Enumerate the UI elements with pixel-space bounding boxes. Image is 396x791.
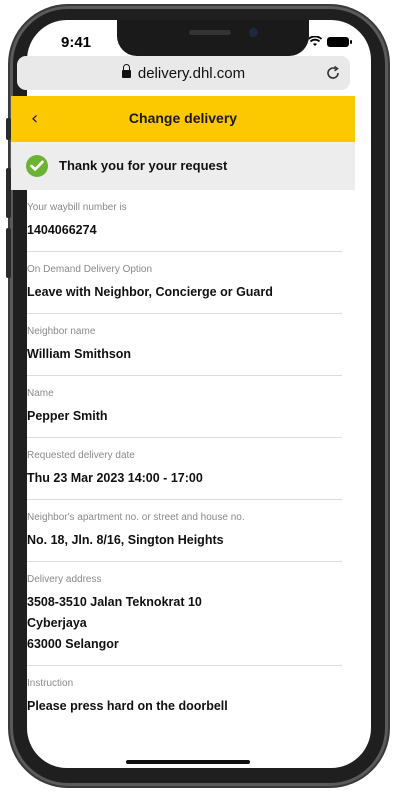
lock-icon xyxy=(121,64,131,78)
field-label: Your waybill number is xyxy=(27,202,127,213)
delivery-option-field: On Demand Delivery Option Leave with Nei… xyxy=(27,252,342,314)
front-camera xyxy=(249,28,258,37)
field-value-line: Cyberjaya xyxy=(27,616,87,630)
delivery-date-field: Requested delivery date Thu 23 Mar 2023 … xyxy=(27,438,342,500)
field-value: Leave with Neighbor, Concierge or Guard xyxy=(27,285,273,299)
volume-down-button xyxy=(6,228,11,278)
field-value: No. 18, Jln. 8/16, Sington Heights xyxy=(27,533,224,547)
field-value: 1404066274 xyxy=(27,223,97,237)
neighbor-address-field: Neighbor's apartment no. or street and h… xyxy=(27,500,342,562)
delivery-details-list: Your waybill number is 1404066274 On Dem… xyxy=(27,190,342,727)
field-value: Thu 23 Mar 2023 14:00 - 17:00 xyxy=(27,471,203,485)
field-label: Neighbor name xyxy=(27,326,96,337)
wifi-icon xyxy=(308,36,322,46)
page-header: ‹ Change delivery xyxy=(11,96,355,142)
home-indicator[interactable] xyxy=(126,760,250,764)
field-label: Instruction xyxy=(27,678,74,689)
notch xyxy=(117,20,309,56)
confirmation-banner: Thank you for your request xyxy=(11,142,355,190)
instruction-field: Instruction Please press hard on the doo… xyxy=(27,666,342,727)
browser-address-bar[interactable]: delivery.dhl.com xyxy=(17,56,350,90)
speaker xyxy=(189,30,231,35)
waybill-field: Your waybill number is 1404066274 xyxy=(27,190,342,252)
url-text: delivery.dhl.com xyxy=(137,65,246,82)
reload-icon[interactable] xyxy=(324,64,342,82)
field-label: Name xyxy=(27,388,54,399)
page-title: Change delivery xyxy=(128,110,238,126)
field-label: On Demand Delivery Option xyxy=(27,264,153,275)
delivery-address-field: Delivery address 3508-3510 Jalan Teknokr… xyxy=(27,562,342,666)
check-circle-icon xyxy=(26,155,48,177)
battery-icon xyxy=(327,36,352,47)
confirmation-message: Thank you for your request xyxy=(59,158,228,173)
field-label: Delivery address xyxy=(27,574,102,585)
neighbor-name-field: Neighbor name William Smithson xyxy=(27,314,342,376)
field-value: William Smithson xyxy=(27,347,132,361)
address-url: delivery.dhl.com xyxy=(17,64,350,82)
field-value-line: 3508-3510 Jalan Teknokrat 10 xyxy=(27,595,202,609)
field-label: Neighbor's apartment no. or street and h… xyxy=(27,512,245,523)
field-value: Please press hard on the doorbell xyxy=(27,699,228,713)
status-time: 9:41 xyxy=(61,34,92,51)
name-field: Name Pepper Smith xyxy=(27,376,342,438)
field-label: Requested delivery date xyxy=(27,450,135,461)
field-value: Pepper Smith xyxy=(27,409,108,423)
field-value-line: 63000 Selangor xyxy=(27,637,119,651)
